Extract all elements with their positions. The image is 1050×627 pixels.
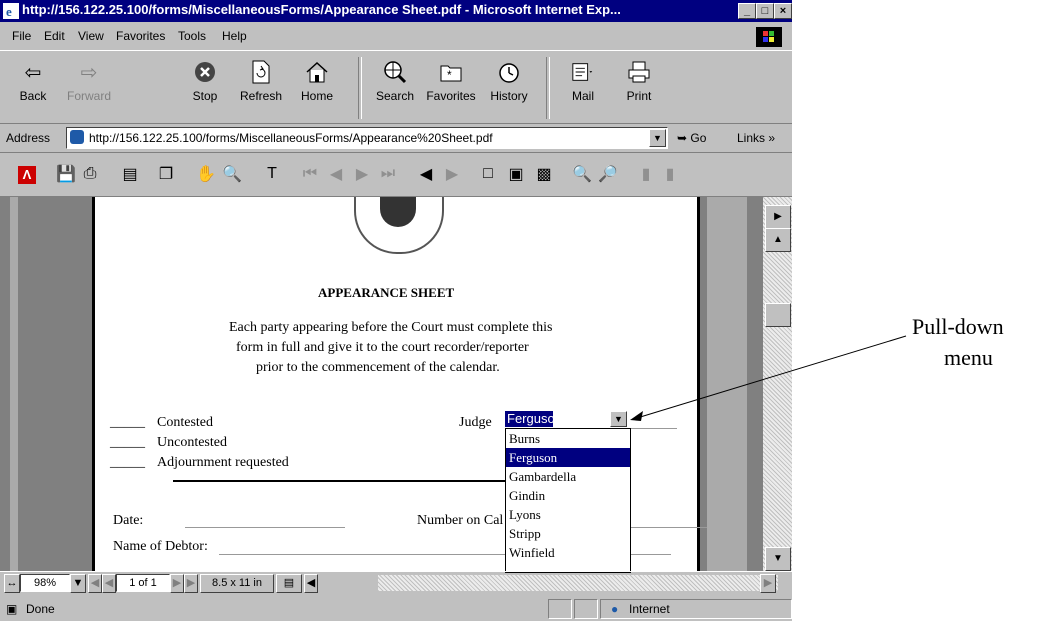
annotation-line-1: Pull-down	[912, 314, 1004, 339]
annotation-line-2: menu	[944, 345, 993, 370]
callout-arrow	[630, 335, 907, 421]
